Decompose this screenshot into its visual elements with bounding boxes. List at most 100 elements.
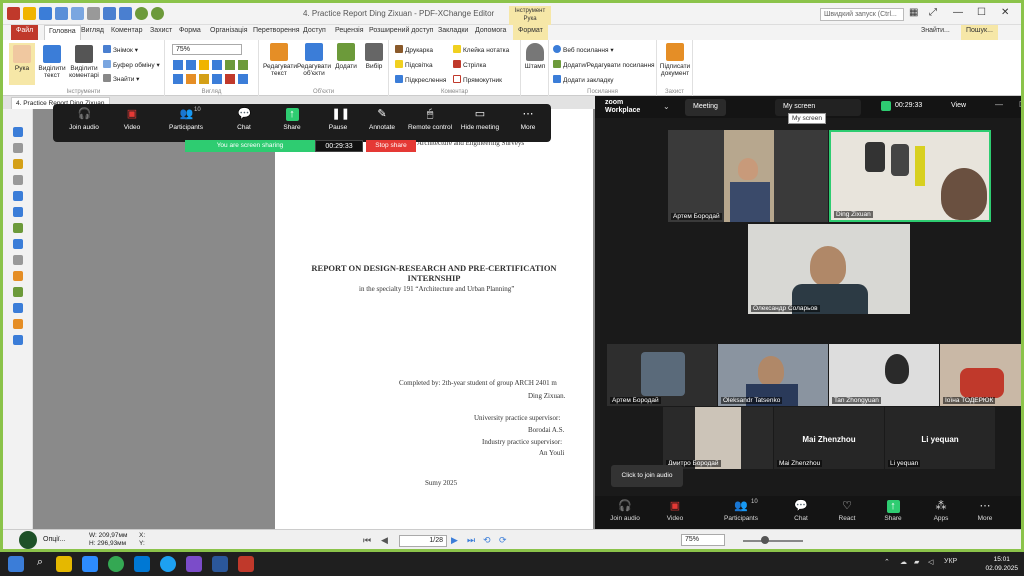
participant-tile-ding-zixuan[interactable]: Ding Zixuan: [829, 130, 991, 222]
participant-tile-mai-zhenzhou[interactable]: Mai Zhenzhou Mai Zhenzhou: [774, 407, 884, 469]
edit-objects-button[interactable]: Редагувати об'єкти: [297, 43, 331, 77]
sticky-note-button[interactable]: Клейка нотатка: [453, 45, 509, 54]
participant-tile-tan-zhongyuan[interactable]: Tan Zhongyuan: [829, 344, 939, 406]
tab-comment[interactable]: Коментар: [111, 27, 142, 34]
clipboard-button[interactable]: Буфер обміну ▾: [103, 60, 160, 69]
tab-help[interactable]: Допомога: [475, 27, 506, 34]
tab-protect[interactable]: Захист: [150, 27, 172, 34]
tab-meeting[interactable]: Meeting: [685, 99, 726, 116]
last-page-icon[interactable]: [238, 74, 248, 84]
first-page-button[interactable]: ⏮: [363, 535, 371, 546]
add-bookmark-button[interactable]: Додати закладку: [553, 75, 614, 84]
tags-icon[interactable]: [13, 271, 23, 281]
remote-control-button[interactable]: 🖱 Remote control: [405, 108, 455, 131]
participant-tile-artem-1[interactable]: Артем Бородай: [668, 130, 828, 222]
taskbar-clock[interactable]: 15:01 02.09.2025: [985, 555, 1018, 573]
open-icon[interactable]: [23, 7, 36, 20]
start-button[interactable]: [8, 556, 24, 572]
scan-icon[interactable]: [87, 7, 100, 20]
highlight-button[interactable]: Підсвітка: [395, 60, 433, 69]
print-icon[interactable]: [55, 7, 68, 20]
tab-bookmarks[interactable]: Закладки: [438, 27, 468, 34]
next-page-button[interactable]: ▶: [451, 535, 458, 546]
tab-form[interactable]: Форма: [179, 27, 201, 34]
fit-page-icon[interactable]: [173, 60, 183, 70]
more-button[interactable]: ⋯ More: [503, 108, 553, 131]
participant-tile-oleksandr-s[interactable]: Олександр Соларьов: [748, 224, 910, 314]
link-icon[interactable]: [186, 74, 196, 84]
last-page-button[interactable]: ⏭: [467, 535, 475, 546]
underline-button[interactable]: Підкреслення: [395, 75, 446, 84]
pdf-xchange-taskbar-icon[interactable]: [238, 556, 254, 572]
tab-convert[interactable]: Перетворення: [253, 27, 300, 34]
typewriter-button[interactable]: Друкарка: [395, 45, 433, 54]
content-icon[interactable]: [13, 287, 23, 297]
minimize-button[interactable]: —: [953, 7, 963, 18]
close-button[interactable]: ✕: [1001, 7, 1009, 18]
zoom-apps-button[interactable]: ⁂ Apps: [919, 500, 963, 522]
tray-cloud-icon[interactable]: ☁: [900, 558, 907, 566]
edge-icon[interactable]: [160, 556, 176, 572]
chat-button[interactable]: 💬 Chat: [219, 108, 269, 131]
search-button[interactable]: Пошук...: [961, 25, 998, 40]
stamp-button[interactable]: Штамп: [523, 43, 547, 70]
tray-network-icon[interactable]: ▰: [914, 558, 919, 566]
maximize-button[interactable]: ☐: [977, 7, 986, 18]
edit-text-button[interactable]: Редагувати текст: [263, 43, 297, 77]
zoom-select[interactable]: 75%: [172, 44, 242, 55]
history-icon[interactable]: [13, 335, 23, 345]
rotate-left-icon[interactable]: [225, 60, 235, 70]
hide-meeting-button[interactable]: ▭ Hide meeting: [455, 108, 505, 131]
zoom-more-button[interactable]: ⋯ More: [963, 500, 1007, 522]
tab-home[interactable]: Головна: [44, 25, 81, 40]
tab-advanced-access[interactable]: Розширений доступ: [369, 27, 433, 34]
find-tool-button[interactable]: Знайти ▾: [103, 74, 139, 83]
zoom-join-audio-button[interactable]: 🎧 Join audio: [603, 500, 647, 522]
history-forward-button[interactable]: ⟳: [499, 535, 507, 546]
arrow-button[interactable]: Стрілка: [453, 60, 486, 69]
save-icon[interactable]: [39, 7, 52, 20]
email-icon[interactable]: [71, 7, 84, 20]
annotate-button[interactable]: ✎ Annotate: [357, 108, 407, 131]
zoom-slider-thumb[interactable]: [761, 536, 769, 544]
page-number-input[interactable]: 1/28: [399, 535, 447, 547]
select-button[interactable]: Вибір: [361, 43, 387, 70]
search-icon[interactable]: ⌕: [32, 556, 48, 572]
participant-tile-tatsenko[interactable]: Oleksandr Tatsenko: [718, 344, 828, 406]
outlook-icon[interactable]: [134, 556, 150, 572]
tray-volume-icon[interactable]: ◁: [928, 558, 933, 566]
share-button[interactable]: ↑ Share: [267, 108, 317, 131]
sign-float-icon[interactable]: [19, 531, 37, 549]
maximize-zoom-button[interactable]: ☐: [1019, 100, 1021, 109]
participant-tile-li-yequan[interactable]: Li yequan Li yequan: [885, 407, 995, 469]
view-button[interactable]: View: [951, 102, 966, 109]
layers-icon[interactable]: [13, 191, 23, 201]
pause-button[interactable]: ❚❚ Pause: [313, 108, 363, 131]
signatures-icon[interactable]: [13, 223, 23, 233]
pages-icon[interactable]: [212, 74, 222, 84]
options-button[interactable]: Опції...: [43, 536, 66, 543]
participant-tile-todieriuk[interactable]: Іоїна ТОДЕРЮК: [940, 344, 1021, 406]
stop-share-button[interactable]: Stop share: [366, 140, 416, 152]
file-explorer-icon[interactable]: [56, 556, 72, 572]
participant-tile-dmytro[interactable]: Дмитро Бородай: [663, 407, 773, 469]
history-back-button[interactable]: ⟲: [483, 535, 491, 546]
zoom-in-icon[interactable]: [212, 60, 222, 70]
undo-icon[interactable]: [103, 7, 116, 20]
tab-review[interactable]: Рецензія: [335, 27, 364, 34]
tab-view[interactable]: Вигляд: [81, 27, 104, 34]
add-button[interactable]: Додати: [333, 43, 359, 70]
zoom-react-button[interactable]: ♡ React: [825, 500, 869, 522]
redo-icon[interactable]: [119, 7, 132, 20]
rectangle-button[interactable]: Прямокутник: [453, 75, 502, 84]
first-page-icon[interactable]: [225, 74, 235, 84]
status-zoom-select[interactable]: 75%: [681, 534, 725, 546]
zoom-chat-button[interactable]: 💬 Chat: [779, 500, 823, 522]
zoom-slider[interactable]: [743, 540, 803, 542]
fit-width-icon[interactable]: [186, 60, 196, 70]
quick-launch-search[interactable]: Швидкий запуск (Ctrl...: [820, 8, 904, 21]
comments-panel-icon[interactable]: [13, 207, 23, 217]
participant-tile-artem-2[interactable]: Артем Бородай: [607, 344, 717, 406]
document-viewport[interactable]: Architecture and Engineering Surveys REP…: [33, 109, 595, 529]
tray-chevron-icon[interactable]: ⌃: [884, 558, 890, 566]
